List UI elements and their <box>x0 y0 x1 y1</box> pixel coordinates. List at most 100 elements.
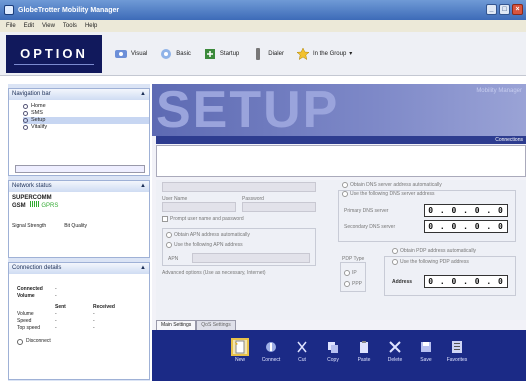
pdp-ppp-radio[interactable]: PPP <box>344 281 362 287</box>
paste-label: Paste <box>357 357 371 363</box>
password-input[interactable] <box>242 202 316 212</box>
connection-panel-header: Connection details ▲ <box>9 263 149 274</box>
menu-view[interactable]: View <box>42 23 55 29</box>
table-row: Speed - - <box>17 318 131 325</box>
radio-icon <box>342 182 348 188</box>
menu-bar: File Edit View Tools Help <box>0 20 526 32</box>
toolbar: OPTION Visual Basic Startup Dialer In th… <box>0 32 526 76</box>
nav-item-sms[interactable]: SMS <box>23 110 149 117</box>
disconnect-label: Disconnect <box>26 338 51 344</box>
sms-icon <box>23 111 28 116</box>
minimize-icon[interactable]: _ <box>486 4 497 15</box>
pdp-manual-radio[interactable]: Use the following PDP address <box>392 259 469 265</box>
connect-label: Connect <box>261 357 281 363</box>
row-label: Speed <box>17 318 32 324</box>
dns-manual-label: Use the following DNS server address <box>350 191 435 197</box>
connect-button[interactable]: Connect <box>259 340 283 363</box>
favorites-button[interactable]: Favorites <box>445 340 469 363</box>
pdp-manual-label: Use the following PDP address <box>400 259 469 265</box>
toolbar-visual-button[interactable]: Visual <box>114 47 147 61</box>
connection-details-body: Connected - Volume - Sent Received Volume - -… <box>9 274 149 349</box>
dns-auto-radio[interactable]: Obtain DNS server address automatically <box>342 182 442 188</box>
tab-qos-settings[interactable]: QoS Settings <box>196 320 236 330</box>
cell: - <box>93 311 95 317</box>
close-icon[interactable]: × <box>512 4 523 15</box>
maximize-icon[interactable]: □ <box>499 4 510 15</box>
nav-item-vitalify[interactable]: Vitalify <box>23 124 149 131</box>
save-button[interactable]: Save <box>414 340 438 363</box>
menu-tools[interactable]: Tools <box>63 23 77 29</box>
toolbar-group-button[interactable]: In the Group ▾ <box>296 46 352 61</box>
apn-label: APN <box>168 256 179 262</box>
chevron-down-icon[interactable]: ▾ <box>349 50 352 57</box>
col-received: Received <box>93 304 115 310</box>
vitalify-icon <box>23 125 28 130</box>
collapse-icon[interactable]: ▲ <box>140 181 146 192</box>
pdp-address-input[interactable]: 0 . 0 . 0 . 0 <box>424 275 508 288</box>
apn-input[interactable] <box>192 253 310 263</box>
signal-strength-label: Signal Strength <box>12 223 47 229</box>
settings-tabs: Main Settings QoS Settings <box>156 320 236 330</box>
setup-banner-title: SETUP <box>156 84 340 136</box>
toolbar-basic-button[interactable]: Basic <box>159 47 191 61</box>
pdp-address-label: Address <box>392 279 413 285</box>
paste-icon <box>360 341 368 353</box>
menu-edit[interactable]: Edit <box>24 23 34 29</box>
paste-button[interactable]: Paste <box>352 340 376 363</box>
menu-file[interactable]: File <box>6 23 16 29</box>
cell: - <box>93 325 95 331</box>
disconnect-icon <box>17 338 23 345</box>
connection-details-panel: Connection details ▲ Connected - Volume - … <box>8 262 150 380</box>
network-status-panel: Network status ▲ SUPERCOMM GSM GPRS Sign… <box>8 180 150 258</box>
radio-icon <box>166 232 172 238</box>
horizontal-scrollbar[interactable] <box>15 165 145 173</box>
secondary-dns-input[interactable]: 0 . 0 . 0 . 0 <box>424 220 508 233</box>
dns-auto-label: Obtain DNS server address automatically <box>350 182 442 188</box>
nav-item-label: Vitalify <box>31 124 48 130</box>
nav-item-label: SMS <box>31 110 43 116</box>
save-icon <box>421 342 431 352</box>
copy-label: Copy <box>327 357 339 363</box>
copy-button[interactable]: Copy <box>321 340 345 363</box>
network-status-body: SUPERCOMM GSM GPRS Signal Strength Bit Q… <box>9 192 149 232</box>
toolbar-startup-label: Startup <box>219 50 240 57</box>
disconnect-button[interactable]: Disconnect <box>17 338 141 345</box>
nav-item-setup[interactable]: Setup <box>23 117 149 124</box>
menu-help[interactable]: Help <box>85 23 97 29</box>
profile-name-input[interactable] <box>162 182 316 192</box>
radio-icon <box>342 191 348 197</box>
tab-main-settings[interactable]: Main Settings <box>156 320 197 330</box>
volume-label: Volume <box>17 293 35 299</box>
network-panel-title: Network status <box>12 183 52 189</box>
title-bar: GlobeTrotter Mobility Manager _ □ × <box>0 0 526 20</box>
apn-auto-radio[interactable]: Obtain APN address automatically <box>166 232 250 238</box>
save-label: Save <box>420 357 432 363</box>
toolbar-dialer-button[interactable]: Dialer <box>251 47 284 61</box>
apn-manual-radio[interactable]: Use the following APN address <box>166 242 243 248</box>
pdp-auto-radio[interactable]: Obtain PDP address automatically <box>392 248 476 254</box>
primary-dns-input[interactable]: 0 . 0 . 0 . 0 <box>424 204 508 217</box>
new-button[interactable]: New <box>228 338 252 363</box>
username-input[interactable] <box>162 202 236 212</box>
pdp-type-group <box>340 262 366 292</box>
pdp-ip-radio[interactable]: IP <box>344 270 357 276</box>
toolbar-visual-label: Visual <box>131 50 148 57</box>
delete-icon <box>389 341 401 353</box>
prompt-checkbox[interactable]: Prompt user name and password <box>162 216 244 222</box>
visual-icon <box>115 49 127 58</box>
dns-manual-radio[interactable]: Use the following DNS server address <box>342 191 434 197</box>
nav-item-home[interactable]: Home <box>23 103 149 110</box>
dialer-icon <box>256 47 261 60</box>
radio-icon <box>344 270 350 276</box>
collapse-icon[interactable]: ▲ <box>140 89 146 100</box>
collapse-icon[interactable]: ▲ <box>140 263 146 274</box>
toolbar-basic-label: Basic <box>176 50 191 57</box>
toolbar-startup-button[interactable]: Startup <box>203 47 239 61</box>
left-pane: Navigation bar ▲ Home SMS Setup Vitalify… <box>8 84 150 381</box>
navigation-panel: Navigation bar ▲ Home SMS Setup Vitalify <box>8 88 150 176</box>
connections-list[interactable] <box>156 145 526 177</box>
delete-button[interactable]: Delete <box>383 340 407 363</box>
cut-button[interactable]: Cut <box>290 340 314 363</box>
traffic-table: Sent Received Volume - - Speed - - Top speed -… <box>17 304 131 332</box>
favorites-label: Favorites <box>446 357 468 363</box>
